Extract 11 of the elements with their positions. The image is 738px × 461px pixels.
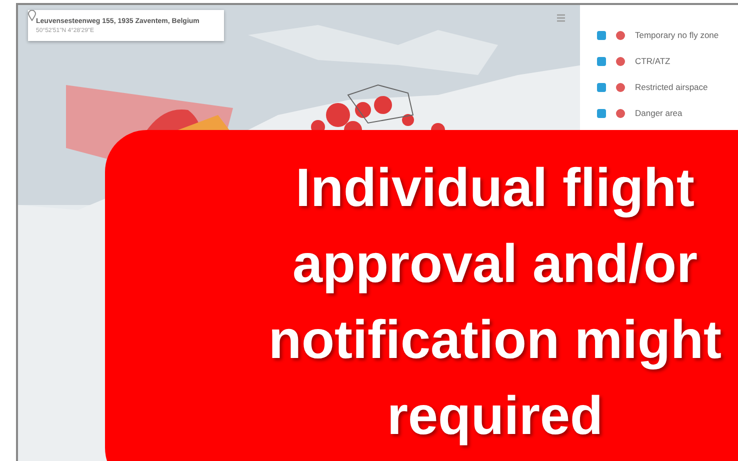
layer-label: CTR/ATZ	[635, 56, 670, 66]
checkbox[interactable]	[597, 30, 606, 40]
callout-text: Individual flight approval and/or notification might required	[268, 157, 722, 448]
checkbox[interactable]	[597, 56, 606, 66]
location-pin-icon	[28, 10, 36, 21]
layer-label: Danger area	[635, 108, 682, 118]
menu-icon[interactable]	[556, 13, 566, 23]
checkbox[interactable]	[597, 108, 606, 118]
checkbox[interactable]	[597, 82, 606, 92]
layer-label: Temporary no fly zone	[635, 30, 719, 40]
layer-label: Restricted airspace	[635, 82, 708, 92]
